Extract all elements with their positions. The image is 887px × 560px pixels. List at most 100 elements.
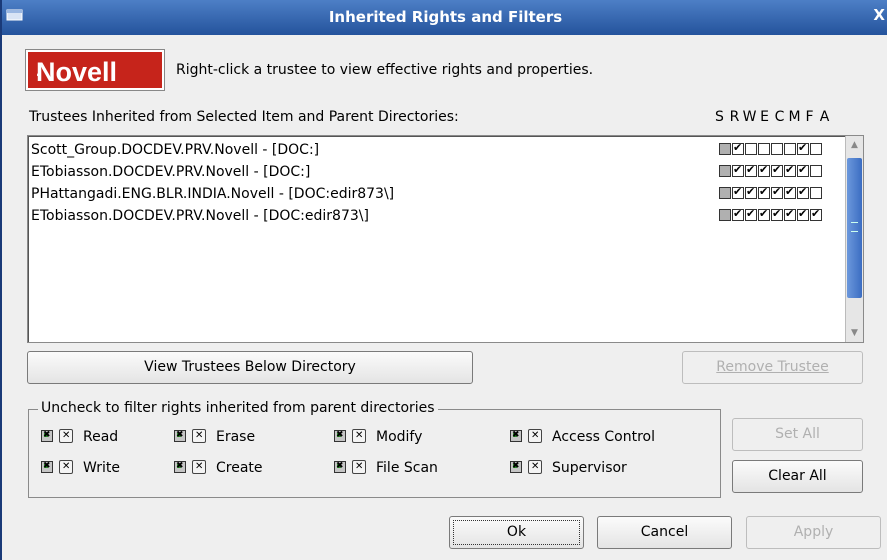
effective-right-icon: [41, 459, 53, 474]
right-checkbox-a[interactable]: [810, 187, 822, 199]
rights-header-r: R: [729, 109, 740, 125]
right-checkbox-f[interactable]: [797, 162, 809, 177]
filter-supervisor[interactable]: Supervisor: [510, 459, 627, 477]
right-checkbox-s[interactable]: [719, 187, 731, 199]
effective-right-icon: [334, 459, 346, 474]
right-checkbox-e[interactable]: [758, 143, 770, 155]
filter-label: Modify: [376, 429, 423, 445]
remove-trustee-button[interactable]: Remove Trustee: [682, 351, 863, 384]
rights-column-headers: SRWECMFA: [712, 109, 832, 125]
trustee-row[interactable]: ETobiasson.DOCDEV.PRV.Novell - [DOC:edir…: [29, 205, 864, 227]
right-checkbox-a[interactable]: [810, 165, 822, 177]
filter-checkbox[interactable]: [352, 428, 366, 444]
rights-header-m: M: [788, 109, 801, 125]
right-checkbox-w[interactable]: [745, 162, 757, 177]
right-checkbox-m[interactable]: [784, 184, 796, 199]
effective-right-icon: [174, 428, 186, 443]
effective-right-icon: [174, 459, 186, 474]
hint-text: Right-click a trustee to view effective …: [176, 62, 594, 78]
trustee-name: Scott_Group.DOCDEV.PRV.Novell - [DOC:]: [31, 142, 320, 158]
ok-button[interactable]: Ok: [449, 516, 584, 549]
rights-header-e: E: [760, 109, 769, 125]
trustee-row[interactable]: PHattangadi.ENG.BLR.INDIA.Novell - [DOC:…: [29, 183, 864, 205]
right-checkbox-s[interactable]: [719, 143, 731, 155]
filter-label: Access Control: [552, 429, 655, 445]
filter-checkbox[interactable]: [59, 459, 73, 475]
rights-header-s: S: [715, 109, 724, 125]
rights-header-c: C: [774, 109, 785, 125]
right-checkbox-a[interactable]: [810, 206, 822, 221]
filter-modify[interactable]: Modify: [334, 428, 422, 446]
right-checkbox-w[interactable]: [745, 184, 757, 199]
filter-label: Erase: [216, 429, 256, 445]
filter-label: File Scan: [376, 460, 438, 476]
title-bar[interactable]: Inherited Rights and Filters X: [2, 0, 887, 35]
filter-access-control[interactable]: Access Control: [510, 428, 655, 446]
trustee-name: ETobiasson.DOCDEV.PRV.Novell - [DOC:]: [31, 164, 311, 180]
right-checkbox-c[interactable]: [771, 206, 783, 221]
trustee-row[interactable]: ETobiasson.DOCDEV.PRV.Novell - [DOC:]: [29, 161, 864, 183]
filter-read[interactable]: Read: [41, 428, 118, 446]
filter-checkbox[interactable]: [528, 428, 542, 444]
right-checkbox-r[interactable]: [732, 184, 744, 199]
right-checkbox-f[interactable]: [797, 184, 809, 199]
right-checkbox-s[interactable]: [719, 209, 731, 221]
trustee-name: PHattangadi.ENG.BLR.INDIA.Novell - [DOC:…: [31, 186, 395, 202]
clear-all-button[interactable]: Clear All: [732, 460, 863, 493]
dialog-window: Inherited Rights and Filters X Novell. R…: [0, 0, 887, 560]
right-checkbox-e[interactable]: [758, 162, 770, 177]
filter-checkbox[interactable]: [528, 459, 542, 475]
close-icon[interactable]: X: [873, 6, 885, 24]
right-checkbox-a[interactable]: [810, 143, 822, 155]
effective-right-icon: [510, 428, 522, 443]
right-checkbox-s[interactable]: [719, 165, 731, 177]
effective-right-icon: [334, 428, 346, 443]
right-checkbox-e[interactable]: [758, 206, 770, 221]
filter-checkbox[interactable]: [352, 459, 366, 475]
grip-icon: [851, 222, 858, 232]
trustees-list[interactable]: Scott_Group.DOCDEV.PRV.Novell - [DOC:] E…: [27, 135, 864, 343]
cancel-button[interactable]: Cancel: [597, 516, 732, 549]
filter-checkbox[interactable]: [59, 428, 73, 444]
scroll-down-icon[interactable]: ▼: [847, 325, 862, 341]
right-checkbox-c[interactable]: [771, 143, 783, 155]
filter-create[interactable]: Create: [174, 459, 263, 477]
apply-button[interactable]: Apply: [746, 516, 881, 549]
remove-trustee-label: Remove Trustee: [716, 359, 829, 375]
window-title: Inherited Rights and Filters: [328, 8, 563, 26]
right-checkbox-m[interactable]: [784, 162, 796, 177]
right-checkbox-f[interactable]: [797, 140, 809, 155]
view-trustees-below-button[interactable]: View Trustees Below Directory: [27, 351, 473, 384]
right-checkbox-e[interactable]: [758, 184, 770, 199]
set-all-button[interactable]: Set All: [732, 418, 863, 451]
effective-right-icon: [41, 428, 53, 443]
novell-logo: Novell.: [25, 49, 165, 91]
filter-write[interactable]: Write: [41, 459, 120, 477]
filter-label: Supervisor: [552, 460, 627, 476]
trustee-name: ETobiasson.DOCDEV.PRV.Novell - [DOC:edir…: [31, 208, 369, 224]
right-checkbox-c[interactable]: [771, 184, 783, 199]
right-checkbox-r[interactable]: [732, 162, 744, 177]
filter-label: Read: [83, 429, 119, 445]
right-checkbox-m[interactable]: [784, 206, 796, 221]
right-checkbox-r[interactable]: [732, 140, 744, 155]
trustee-row[interactable]: Scott_Group.DOCDEV.PRV.Novell - [DOC:]: [29, 139, 864, 161]
filter-erase[interactable]: Erase: [174, 428, 255, 446]
right-checkbox-r[interactable]: [732, 206, 744, 221]
vertical-scrollbar[interactable]: ▲ ▼: [845, 136, 863, 342]
scroll-thumb[interactable]: [847, 158, 862, 298]
right-checkbox-f[interactable]: [797, 206, 809, 221]
right-checkbox-m[interactable]: [784, 143, 796, 155]
right-checkbox-w[interactable]: [745, 206, 757, 221]
filter-label: Write: [83, 460, 120, 476]
trustees-list-label: Trustees Inherited from Selected Item an…: [29, 109, 459, 125]
filter-file-scan[interactable]: File Scan: [334, 459, 438, 477]
right-checkbox-w[interactable]: [745, 143, 757, 155]
scroll-up-icon[interactable]: ▲: [847, 137, 862, 153]
filter-checkbox[interactable]: [192, 428, 206, 444]
rights-header-f: F: [805, 109, 814, 125]
filter-checkbox[interactable]: [192, 459, 206, 475]
filter-group-box: [28, 409, 721, 498]
trustee-rights: [719, 206, 823, 231]
right-checkbox-c[interactable]: [771, 162, 783, 177]
